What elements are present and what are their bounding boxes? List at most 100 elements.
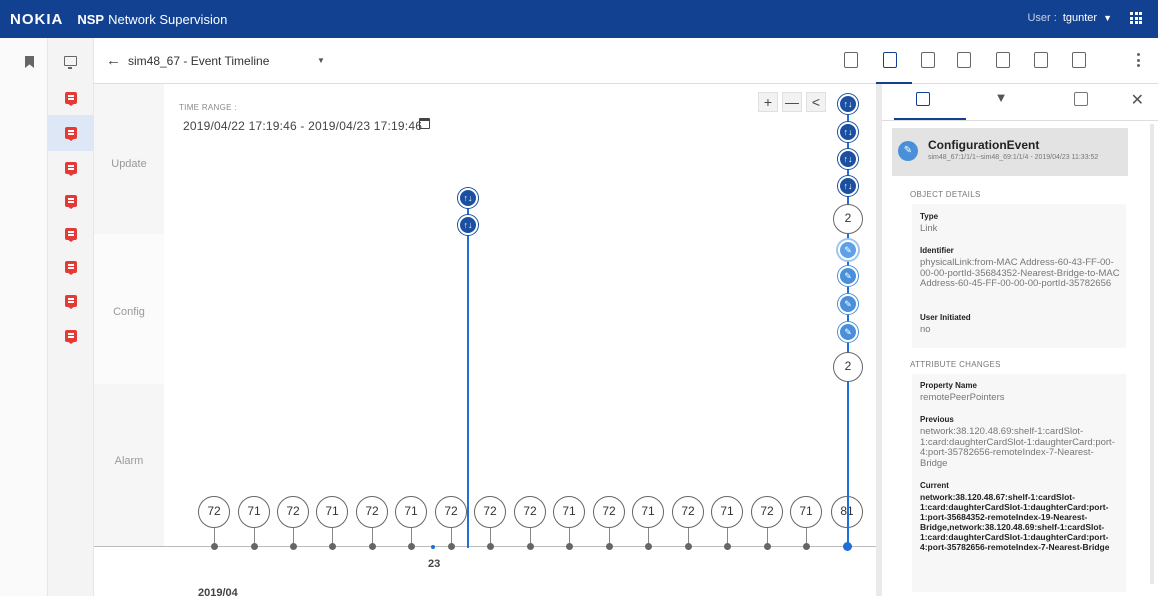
event-title: ConfigurationEvent: [928, 138, 1040, 152]
calendar-icon[interactable]: [419, 118, 430, 129]
close-panel-icon[interactable]: ✕: [1131, 90, 1144, 110]
caret-down-icon: ▼: [1103, 13, 1112, 23]
event-icon[interactable]: [65, 162, 77, 176]
timeline-point: [290, 543, 297, 550]
report-icon[interactable]: [1072, 52, 1086, 68]
update-event-icon[interactable]: ↑↓: [458, 188, 478, 208]
back-arrow-icon[interactable]: ←: [106, 52, 121, 69]
configuration-event-icon: ✎: [898, 141, 918, 161]
identifier-value: physicalLink:from-MAC Address-60-43-FF-0…: [920, 257, 1120, 289]
event-count-circle[interactable]: 71: [553, 496, 585, 528]
timeline-point: [251, 543, 258, 550]
view-dropdown-caret-icon[interactable]: ▼: [317, 56, 325, 65]
view-title: sim48_67 - Event Timeline: [128, 54, 270, 68]
event-icon[interactable]: [65, 195, 77, 209]
tree-icon[interactable]: [996, 52, 1010, 68]
timeline-point: [487, 543, 494, 550]
type-value: Link: [920, 223, 938, 234]
event-count-circle[interactable]: 72: [751, 496, 783, 528]
user-initiated-value: no: [920, 324, 931, 335]
user-name: tgunter: [1062, 12, 1098, 24]
event-count-circle[interactable]: 72: [198, 496, 230, 528]
event-icon[interactable]: [65, 330, 77, 344]
zoom-out-button[interactable]: —: [782, 92, 802, 112]
time-range-label: TIME RANGE :: [179, 103, 237, 112]
details-panel: ▼ ✕ ✎ ConfigurationEvent sim48_67:1/1/1-…: [882, 84, 1158, 596]
timeline-point: [329, 543, 336, 550]
timeline-point: [685, 543, 692, 550]
event-icon[interactable]: [65, 92, 77, 106]
previous-value: network:38.120.48.69:shelf-1:cardSlot-1:…: [920, 426, 1115, 469]
event-icon[interactable]: [65, 228, 77, 242]
hierarchy-icon[interactable]: [1034, 52, 1048, 68]
event-count-circle[interactable]: 72: [672, 496, 704, 528]
bookmark-icon[interactable]: [25, 56, 34, 68]
config-event-icon[interactable]: ✎: [838, 240, 858, 260]
time-range-value: 2019/04/22 17:19:46 - 2019/04/23 17:19:4…: [183, 119, 423, 133]
object-details-heading: OBJECT DETAILS: [910, 190, 981, 199]
config-event-icon[interactable]: ✎: [838, 322, 858, 342]
event-count-circle[interactable]: 71: [790, 496, 822, 528]
update-event-icon[interactable]: ↑↓: [458, 215, 478, 235]
event-summary-card: ✎ ConfigurationEvent sim48_67:1/1/1--sim…: [892, 128, 1128, 176]
event-timeline: Update Config Alarm TIME RANGE : 2019/04…: [94, 84, 876, 599]
event-count-circle[interactable]: 71: [238, 496, 270, 528]
app-name: Network Supervision: [108, 11, 228, 27]
current-key: Current: [920, 481, 949, 490]
selected-event-line: [467, 206, 469, 548]
zoom-in-button[interactable]: +: [758, 92, 778, 112]
event-count-circle[interactable]: 72: [435, 496, 467, 528]
left-nav-rail: [0, 38, 48, 596]
update-event-icon[interactable]: ↑↓: [838, 122, 858, 142]
event-count-circle[interactable]: 72: [356, 496, 388, 528]
attribute-changes-heading: ATTRIBUTE CHANGES: [910, 360, 1001, 369]
lane-label-alarm: Alarm: [114, 455, 144, 467]
event-count-circle[interactable]: 71: [711, 496, 743, 528]
event-count-circle[interactable]: 71: [316, 496, 348, 528]
timeline-point: [645, 543, 652, 550]
update-event-icon[interactable]: ↑↓: [838, 94, 858, 114]
map-icon[interactable]: [921, 52, 935, 68]
more-options-icon[interactable]: [1137, 53, 1140, 67]
view-header: ← sim48_67 - Event Timeline ▼: [94, 38, 1158, 84]
app-launcher-icon[interactable]: [1130, 12, 1142, 24]
identifier-key: Identifier: [920, 246, 954, 255]
event-count-circle[interactable]: 71: [395, 496, 427, 528]
event-timeline-icon[interactable]: [883, 52, 897, 68]
filter-tab-icon[interactable]: ▼: [994, 91, 1008, 106]
timeline-point: [606, 543, 613, 550]
user-menu[interactable]: User : tgunter ▼: [1027, 12, 1112, 24]
panel-scrollbar[interactable]: [1150, 124, 1154, 584]
timeline-point: [724, 543, 731, 550]
event-count-circle[interactable]: 71: [632, 496, 664, 528]
config-event-cluster[interactable]: 2: [833, 352, 863, 382]
document-tab-icon[interactable]: [916, 92, 930, 106]
month-label: 2019/04: [198, 587, 238, 599]
timeline-point: [211, 543, 218, 550]
monitor-icon[interactable]: [64, 56, 77, 69]
event-count-circle[interactable]: 72: [474, 496, 506, 528]
timeline-point: [408, 543, 415, 550]
event-count-circle[interactable]: 72: [277, 496, 309, 528]
timeline-point: [566, 543, 573, 550]
update-event-cluster[interactable]: 2: [833, 204, 863, 234]
current-time-marker: [431, 545, 435, 549]
update-event-icon[interactable]: ↑↓: [838, 149, 858, 169]
event-icon[interactable]: [65, 261, 77, 275]
update-event-icon[interactable]: ↑↓: [838, 176, 858, 196]
event-count-circle[interactable]: 72: [593, 496, 625, 528]
timeline-point: [369, 543, 376, 550]
topology-icon[interactable]: [844, 52, 858, 68]
hierarchy-tab-icon[interactable]: [1074, 92, 1088, 106]
user-initiated-key: User Initiated: [920, 313, 971, 322]
event-icon[interactable]: [65, 295, 77, 309]
app-title: NSP Network Supervision: [77, 12, 227, 27]
storage-icon[interactable]: [957, 52, 971, 68]
event-icon[interactable]: [65, 127, 77, 141]
event-count-circle[interactable]: 72: [514, 496, 546, 528]
config-event-icon[interactable]: ✎: [838, 294, 858, 314]
scroll-left-button[interactable]: <: [806, 92, 826, 112]
lane-label-update: Update: [111, 158, 147, 170]
config-event-icon[interactable]: ✎: [838, 266, 858, 286]
x-axis-label: 23: [428, 558, 441, 570]
